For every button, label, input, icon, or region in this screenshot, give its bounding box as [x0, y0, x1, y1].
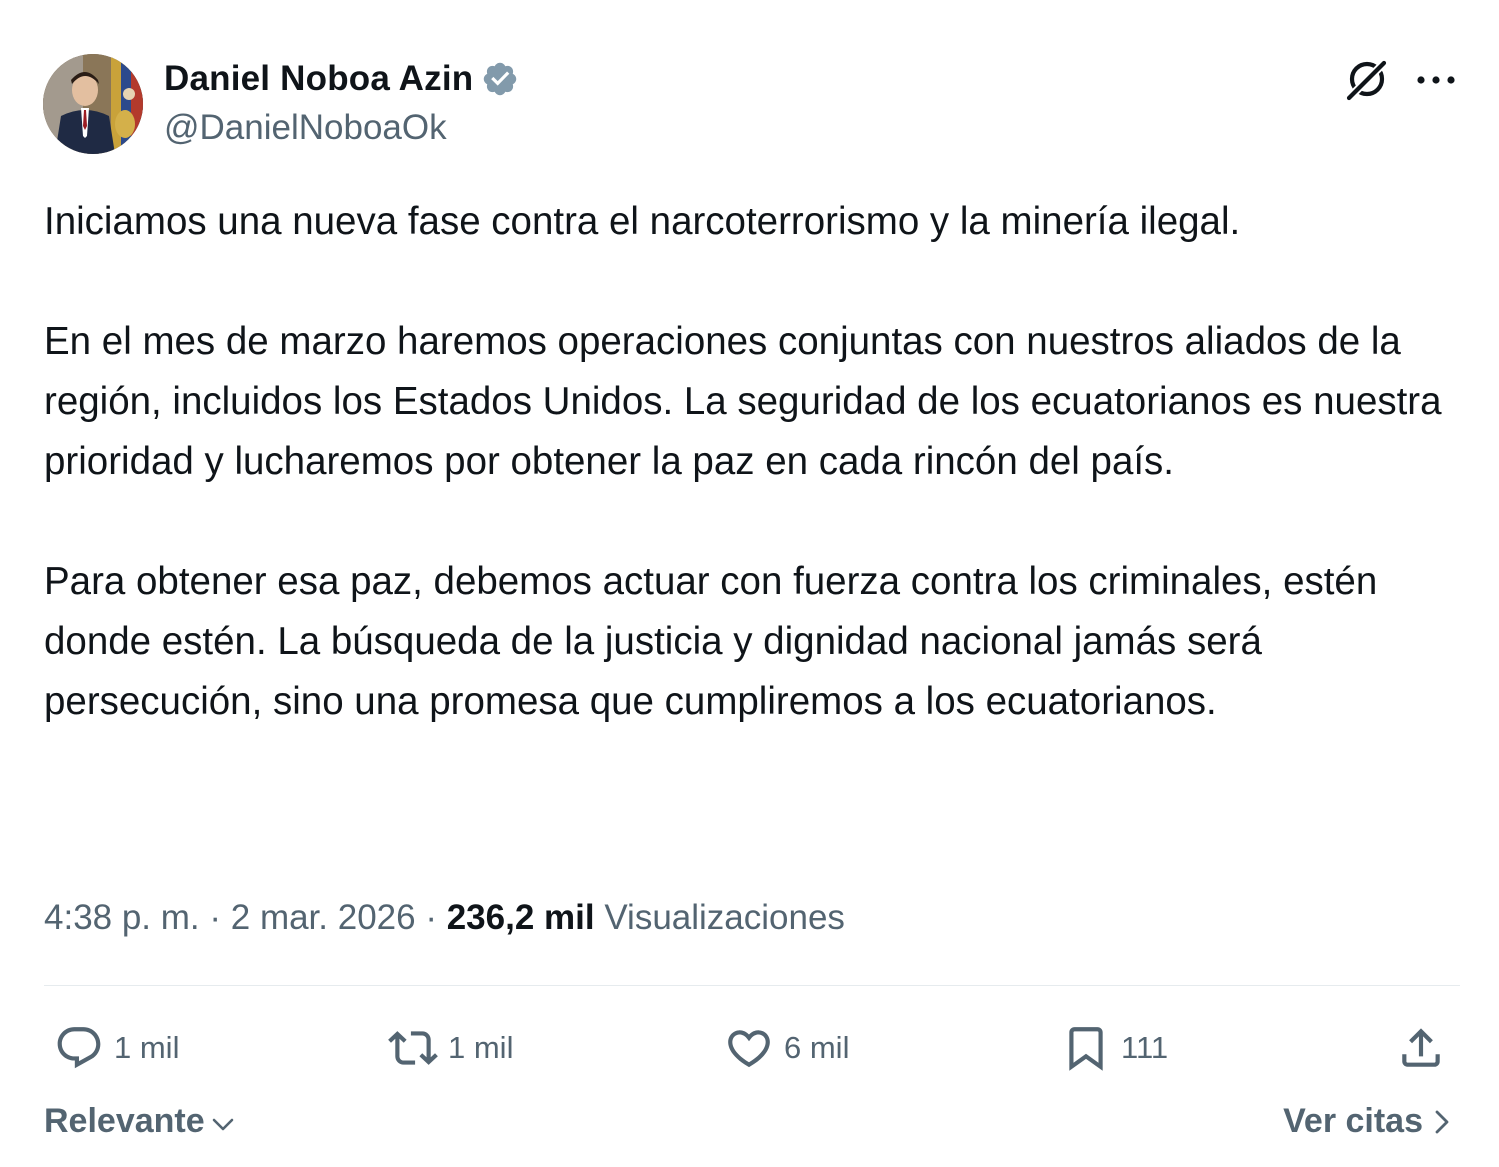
heart-icon — [724, 1023, 774, 1073]
meta-separator: · — [199, 898, 231, 937]
reply-count: 1 mil — [114, 1030, 180, 1065]
author-name-row[interactable]: Daniel Noboa Azin — [164, 58, 519, 100]
tweet-date[interactable]: 2 mar. 2026 — [231, 898, 416, 937]
tweet-paragraph: En el mes de marzo haremos operaciones c… — [44, 320, 1442, 483]
retweet-count: 1 mil — [448, 1030, 514, 1065]
like-count: 6 mil — [784, 1030, 850, 1065]
tweet-paragraph: Iniciamos una nueva fase contra el narco… — [44, 200, 1241, 243]
views-label: Visualizaciones — [604, 898, 845, 937]
share-button[interactable] — [1396, 1020, 1446, 1076]
verified-badge-icon[interactable] — [481, 60, 519, 98]
sort-dropdown[interactable]: Relevante — [44, 1102, 237, 1141]
chevron-down-icon — [209, 1108, 237, 1136]
author-display-name[interactable]: Daniel Noboa Azin — [164, 59, 473, 99]
retweet-button[interactable]: 1 mil — [388, 1020, 513, 1076]
chevron-right-icon — [1431, 1107, 1453, 1137]
bookmark-icon — [1061, 1023, 1111, 1073]
divider — [44, 985, 1460, 986]
retweet-icon — [388, 1023, 438, 1073]
sort-label: Relevante — [44, 1102, 205, 1140]
author-handle[interactable]: @DanielNoboaOk — [164, 108, 447, 148]
meta-separator: · — [415, 898, 447, 937]
tweet-meta: 4:38 p. m. · 2 mar. 2026 · 236,2 mil Vis… — [44, 890, 845, 946]
like-button[interactable]: 6 mil — [724, 1020, 849, 1076]
tweet-text: Iniciamos una nueva fase contra el narco… — [44, 192, 1464, 732]
view-quotes-link[interactable]: Ver citas — [1283, 1102, 1453, 1141]
reply-icon — [54, 1023, 104, 1073]
views-count: 236,2 mil — [446, 898, 595, 937]
share-icon — [1396, 1023, 1446, 1073]
bookmark-button[interactable]: 111 — [1061, 1020, 1168, 1076]
more-icon[interactable] — [1414, 60, 1460, 100]
quotes-label: Ver citas — [1283, 1102, 1423, 1140]
tweet-paragraph: Para obtener esa paz, debemos actuar con… — [44, 560, 1378, 723]
tweet-card: Daniel Noboa Azin @DanielNoboaOk Iniciam… — [0, 0, 1499, 1167]
reply-button[interactable]: 1 mil — [54, 1020, 179, 1076]
bookmark-count: 111 — [1121, 1030, 1169, 1065]
tweet-time[interactable]: 4:38 p. m. — [44, 898, 200, 937]
grok-icon[interactable] — [1344, 56, 1390, 102]
avatar[interactable] — [43, 54, 143, 154]
avatar-image — [43, 54, 143, 154]
